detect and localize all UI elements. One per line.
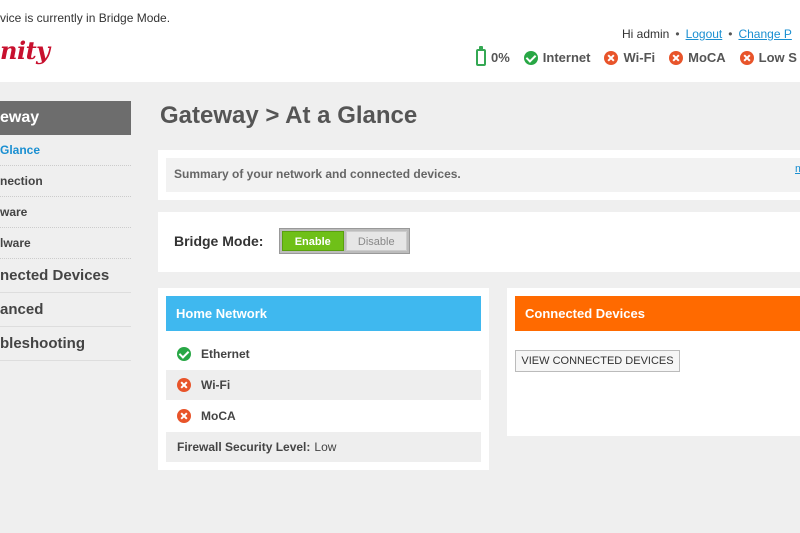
internet-status: Internet (523, 50, 591, 65)
separator-dot: • (728, 27, 733, 41)
user-links: Hi admin • Logout • Change P (622, 27, 792, 41)
security-label: Low S (758, 50, 797, 65)
error-circle-icon (177, 378, 191, 392)
list-item-wifi: Wi-Fi (166, 370, 481, 400)
ethernet-label: Ethernet (201, 347, 250, 361)
moca-label: MoCA (201, 409, 236, 423)
bridge-mode-label: Bridge Mode: (174, 233, 264, 249)
battery-status: 0% (476, 46, 510, 66)
moca-status: MoCA (669, 50, 726, 65)
error-circle-icon (739, 50, 754, 65)
logout-link[interactable]: Logout (686, 27, 723, 41)
page-title: Gateway > At a Glance (160, 102, 418, 129)
brand-logo: nity (0, 36, 50, 65)
view-connected-devices-button[interactable]: VIEW CONNECTED DEVICES (515, 350, 680, 372)
list-item-moca: MoCA (166, 401, 481, 431)
error-circle-icon (669, 50, 684, 65)
battery-icon (476, 46, 486, 66)
sidebar-item-connection[interactable]: nection (0, 166, 131, 197)
wifi-label: Wi-Fi (201, 378, 231, 392)
sidebar-section-gateway[interactable]: eway (0, 101, 131, 135)
sidebar-item-firewall[interactable]: ware (0, 197, 131, 228)
disable-button[interactable]: Disable (345, 231, 407, 251)
connected-devices-title: Connected Devices (515, 296, 800, 331)
internet-label: Internet (542, 50, 591, 65)
error-circle-icon (177, 409, 191, 423)
greeting: Hi admin (622, 27, 670, 41)
sidebar-item-troubleshooting[interactable]: bleshooting (0, 327, 131, 361)
summary-text: Summary of your network and connected de… (174, 167, 461, 181)
sidebar-item-advanced[interactable]: anced (0, 293, 131, 327)
enable-button[interactable]: Enable (282, 231, 344, 251)
firewall-value: Low (314, 440, 337, 454)
sidebar-item-connected-devices[interactable]: nected Devices (0, 259, 131, 293)
battery-value: 0% (491, 50, 510, 65)
firewall-label: Firewall Security Level: (177, 440, 311, 454)
check-circle-icon (523, 50, 538, 65)
wifi-label: Wi-Fi (623, 50, 656, 65)
sidebar: eway Glance nection ware lware nected De… (0, 101, 131, 361)
more-link[interactable]: m (795, 163, 800, 175)
security-status: Low S (739, 50, 797, 65)
bridge-mode-message: vice is currently in Bridge Mode. (0, 11, 171, 25)
check-circle-icon (177, 347, 191, 361)
separator-dot: • (675, 27, 680, 41)
error-circle-icon (604, 50, 619, 65)
status-bar: 0% Internet Wi-Fi MoCA Low S (476, 46, 800, 66)
wifi-status: Wi-Fi (604, 50, 655, 65)
sidebar-item-at-a-glance[interactable]: Glance (0, 135, 131, 166)
list-item-ethernet: Ethernet (166, 339, 481, 369)
home-network-title: Home Network (166, 296, 481, 331)
bridge-mode-toggle[interactable]: Enable Disable (279, 228, 410, 254)
change-password-link[interactable]: Change P (738, 27, 791, 41)
moca-label: MoCA (688, 50, 726, 65)
firewall-security-row: Firewall Security Level: Low (166, 432, 481, 462)
sidebar-item-hardware[interactable]: lware (0, 228, 131, 259)
